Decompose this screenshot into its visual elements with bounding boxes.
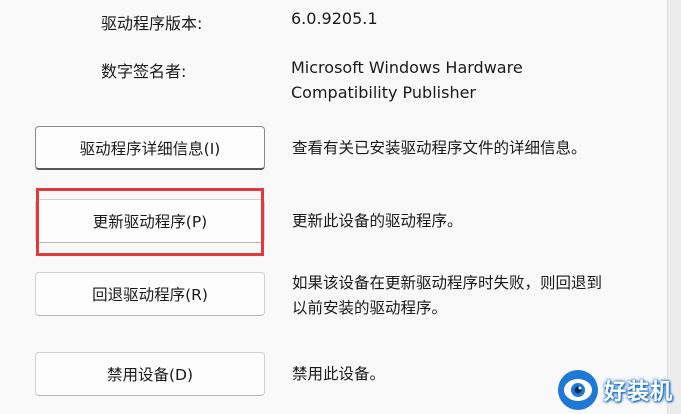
watermark-text: 好装机 <box>603 380 673 405</box>
driver-version-value: 6.0.9205.1 <box>291 9 378 28</box>
digital-signer-line1: Microsoft Windows Hardware <box>291 58 523 77</box>
roll-back-description-line2: 以前安装的驱动程序。 <box>292 299 448 317</box>
digital-signer-line2: Compatibility Publisher <box>291 83 476 102</box>
driver-properties-panel: 驱动程序版本: 6.0.9205.1 数字签名者: Microsoft Wind… <box>0 0 668 414</box>
driver-details-description: 查看有关已安装驱动程序文件的详细信息。 <box>292 139 587 157</box>
roll-back-driver-description: 如果该设备在更新驱动程序时失败，则回退到 以前安装的驱动程序。 <box>292 271 662 321</box>
driver-details-button[interactable]: 驱动程序详细信息(I) <box>35 126 265 170</box>
window-edge <box>667 0 681 414</box>
watermark: 好装机 <box>557 370 673 410</box>
roll-back-driver-button[interactable]: 回退驱动程序(R) <box>35 272 265 316</box>
disable-device-button[interactable]: 禁用设备(D) <box>35 352 265 396</box>
digital-signer-label: 数字签名者: <box>101 62 187 81</box>
driver-version-label: 驱动程序版本: <box>101 14 203 33</box>
highlight-annotation-box <box>36 188 264 256</box>
digital-signer-value: Microsoft Windows Hardware Compatibility… <box>291 55 523 105</box>
eye-logo-icon <box>557 370 598 410</box>
update-driver-description: 更新此设备的驱动程序。 <box>292 212 463 230</box>
roll-back-description-line1: 如果该设备在更新驱动程序时失败，则回退到 <box>292 274 603 292</box>
